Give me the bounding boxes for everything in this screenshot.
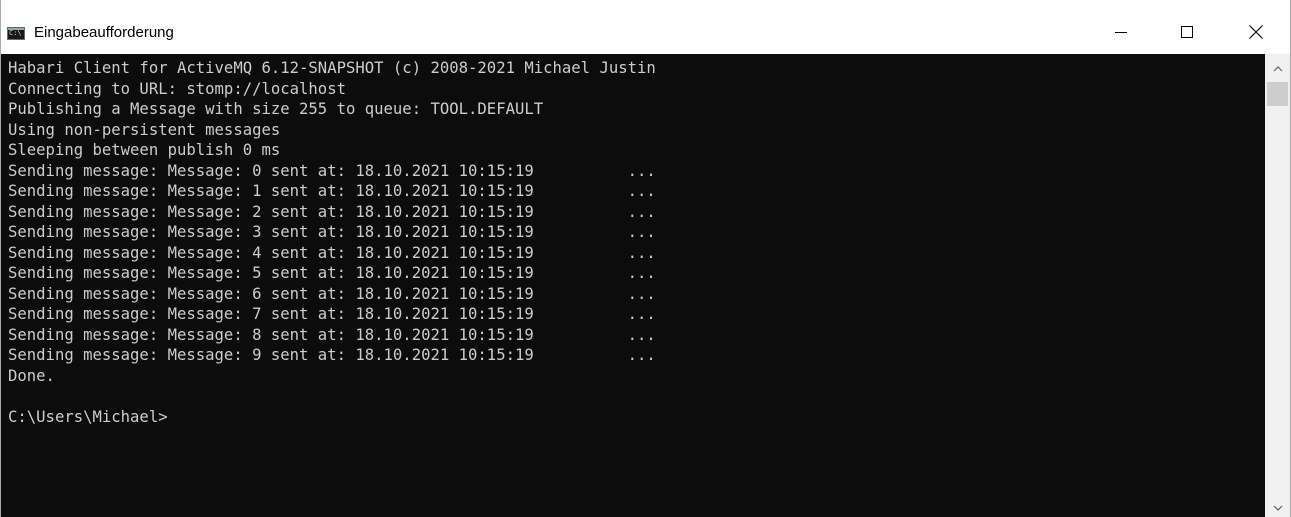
console-line: Sending message: Message: 2 sent at: 18.… <box>8 202 656 221</box>
console-output-area[interactable]: Habari Client for ActiveMQ 6.12-SNAPSHOT… <box>1 54 1265 517</box>
console-line: Sending message: Message: 5 sent at: 18.… <box>8 264 656 282</box>
console-line: Using non-persistent messages <box>8 120 281 139</box>
scroll-up-button[interactable] <box>1265 60 1290 78</box>
console-line: Connecting to URL: stomp://localhost <box>8 79 346 98</box>
title-bar[interactable]: C:\ Eingabeaufforderung <box>1 0 1290 54</box>
maximize-icon <box>1181 26 1193 38</box>
scroll-down-arrow-icon <box>1273 505 1282 511</box>
console-line: Sleeping between publish 0 ms <box>8 141 281 159</box>
window-title: Eingabeaufforderung <box>34 24 174 41</box>
scroll-down-button[interactable] <box>1265 499 1290 517</box>
console-text: Habari Client for ActiveMQ 6.12-SNAPSHOT… <box>8 58 656 427</box>
console-line: Sending message: Message: 8 sent at: 18.… <box>8 325 656 344</box>
console-window: C:\ Eingabeaufforderung Habari Client fo… <box>0 0 1291 517</box>
console-line: Habari Client for ActiveMQ 6.12-SNAPSHOT… <box>8 59 656 77</box>
scroll-up-arrow-icon <box>1273 66 1282 72</box>
maximize-button[interactable] <box>1164 10 1210 54</box>
console-line: Sending message: Message: 3 sent at: 18.… <box>8 223 656 241</box>
console-line: Sending message: Message: 9 sent at: 18.… <box>8 346 656 364</box>
close-icon <box>1249 25 1263 39</box>
console-line: C:\Users\Michael> <box>8 407 168 426</box>
close-button[interactable] <box>1233 10 1279 54</box>
scroll-thumb[interactable] <box>1267 82 1288 106</box>
console-line: Sending message: Message: 0 sent at: 18.… <box>8 161 656 180</box>
minimize-icon <box>1115 32 1127 33</box>
minimize-button[interactable] <box>1098 10 1144 54</box>
console-line: Publishing a Message with size 255 to qu… <box>8 100 544 118</box>
console-line: Sending message: Message: 7 sent at: 18.… <box>8 305 656 323</box>
console-line: Sending message: Message: 6 sent at: 18.… <box>8 284 656 303</box>
vertical-scrollbar[interactable] <box>1265 54 1290 517</box>
console-line: Sending message: Message: 4 sent at: 18.… <box>8 243 656 262</box>
console-line: Sending message: Message: 1 sent at: 18.… <box>8 182 656 200</box>
console-line: Done. <box>8 366 55 385</box>
command-prompt-icon[interactable]: C:\ <box>7 27 25 40</box>
